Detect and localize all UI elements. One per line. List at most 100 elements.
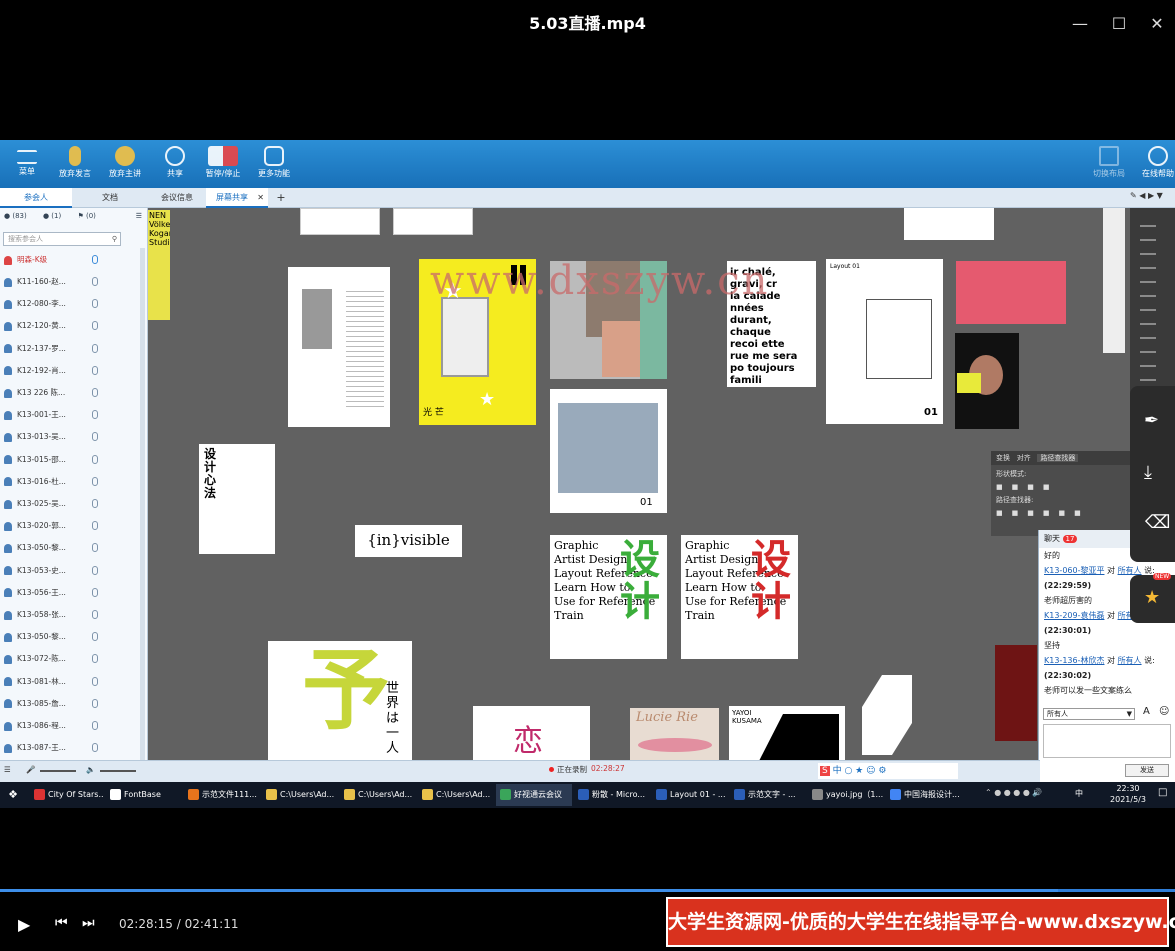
list-view-icon[interactable]: ☰ — [136, 212, 142, 220]
participant-row[interactable]: K13-085-詹... — [4, 693, 142, 715]
layout-button[interactable]: 切换布局 — [1092, 146, 1126, 186]
participant-row[interactable]: K13-001-王... — [4, 404, 142, 426]
tab-meeting-info[interactable]: 会议信息 — [150, 188, 204, 208]
participant-row[interactable]: K12-137-罗... — [4, 338, 142, 360]
microphone-icon[interactable]: 🎤 — [26, 765, 35, 774]
taskbar-item[interactable]: 好视通云会议 — [496, 784, 572, 806]
participant-row[interactable]: K13-050-黎... — [4, 626, 142, 648]
mic-count[interactable]: ● (1) — [43, 212, 61, 220]
taskbar-item[interactable]: 示范文字 - ... — [730, 784, 806, 806]
participant-row[interactable]: K13-053-史... — [4, 560, 142, 582]
maximize-button[interactable]: ☐ — [1105, 10, 1133, 38]
tab-nav-arrows[interactable]: ✎ ◀ ▶ ▼ — [1130, 191, 1175, 205]
close-button[interactable]: ✕ — [1143, 10, 1171, 38]
taskbar-item[interactable]: 中国海报设计... — [886, 784, 964, 806]
pin-button[interactable]: ★ — [1130, 575, 1175, 623]
participant-row[interactable]: K13-015-邵... — [4, 449, 142, 471]
participant-row[interactable]: K11-160-赵... — [4, 271, 142, 293]
give-speech-button[interactable]: 放弃发言 — [58, 146, 92, 186]
tab-docs[interactable]: 文档 — [72, 188, 148, 208]
more-functions-button[interactable]: 更多功能 — [258, 146, 290, 186]
participant-row[interactable]: K13-072-陈... — [4, 648, 142, 670]
microphone-icon[interactable] — [92, 743, 98, 753]
participant-row[interactable]: K12-192-肖... — [4, 360, 142, 382]
tab-pathfinder[interactable]: 路径查找器 — [1037, 454, 1079, 462]
recipient-select[interactable]: 所有人 ▼ — [1043, 708, 1135, 720]
participant-row[interactable]: K13 226 陈... — [4, 382, 142, 404]
tray-lang[interactable]: 中 — [1075, 788, 1083, 799]
share-icon[interactable]: ✒ — [1144, 410, 1159, 431]
microphone-icon[interactable] — [92, 476, 98, 486]
microphone-icon[interactable] — [92, 587, 98, 597]
emoji-icon[interactable]: ☺ — [1159, 706, 1169, 717]
microphone-icon[interactable] — [92, 343, 98, 353]
participants-count[interactable]: ● (83) — [4, 212, 27, 220]
participant-row[interactable]: K12-080-李... — [4, 293, 142, 315]
microphone-icon[interactable] — [92, 255, 98, 264]
participant-row[interactable]: K13-058-张... — [4, 604, 142, 626]
participant-row[interactable]: K12-120-黄... — [4, 315, 142, 337]
host-row[interactable]: 明森-K级 — [4, 249, 142, 271]
taskbar-item[interactable]: C:\Users\Ad... — [340, 784, 416, 806]
next-button[interactable]: ⏭ — [82, 915, 95, 931]
pathfinder-buttons[interactable]: ■■■■■■ — [991, 509, 1130, 517]
taskbar-item[interactable]: yayoi.jpg（1... — [808, 784, 884, 806]
taskbar-item[interactable]: 示范文件111... — [184, 784, 260, 806]
microphone-icon[interactable] — [92, 432, 98, 442]
ime-toolbar[interactable]: S 中 ○ ★ ☺ ⚙ — [818, 763, 958, 779]
participant-row[interactable]: K13-086-程... — [4, 715, 142, 737]
participant-row[interactable]: K13-087-王... — [4, 737, 142, 759]
add-tab-button[interactable]: + — [272, 188, 290, 208]
sender-link[interactable]: K13-060-黎亚平 — [1044, 566, 1104, 575]
participant-row[interactable]: K13-016-杜... — [4, 471, 142, 493]
mic-volume-slider[interactable] — [40, 770, 76, 772]
close-tab-icon[interactable]: ✕ — [257, 188, 264, 208]
list-icon[interactable]: ☰ — [4, 765, 11, 774]
ad-banner[interactable]: 大学生资源网-优质的大学生在线指导平台-www.dxszyw.cn — [666, 897, 1175, 947]
recipient-link[interactable]: 所有人 — [1118, 656, 1142, 665]
microphone-icon[interactable] — [92, 454, 98, 464]
participant-row[interactable]: K13-056-王... — [4, 582, 142, 604]
shape-mode-buttons[interactable]: ■■■■ — [991, 483, 1130, 491]
microphone-icon[interactable] — [92, 610, 98, 619]
microphone-icon[interactable] — [92, 565, 98, 575]
speaker-volume-slider[interactable] — [100, 770, 136, 772]
taskbar-item[interactable]: Layout 01 - ... — [652, 784, 728, 806]
microphone-icon[interactable] — [92, 499, 98, 508]
search-icon[interactable]: ⚲ — [112, 233, 117, 245]
microphone-icon[interactable] — [92, 299, 98, 309]
participant-row[interactable]: K13-050-黎... — [4, 537, 142, 559]
taskbar-item[interactable]: 粉散 - Micro... — [574, 784, 650, 806]
tab-participants[interactable]: 参会人 — [0, 188, 72, 208]
microphone-icon[interactable] — [92, 543, 98, 553]
search-participants-input[interactable]: 搜索参会人 ⚲ — [3, 232, 121, 246]
taskbar-item[interactable]: C:\Users\Ad... — [262, 784, 338, 806]
give-host-button[interactable]: 放弃主讲 — [108, 146, 142, 186]
menu-button[interactable]: 菜单 — [12, 146, 42, 186]
tab-align[interactable]: 对齐 — [1017, 454, 1031, 462]
tab-transform[interactable]: 变换 — [996, 454, 1010, 462]
trash-icon[interactable]: ⌫ — [1145, 512, 1170, 533]
pause-stop-button[interactable]: 暂停/停止 — [205, 146, 241, 186]
microphone-icon[interactable] — [92, 676, 98, 686]
microphone-icon[interactable] — [92, 632, 98, 642]
microphone-icon[interactable] — [92, 654, 98, 664]
speaker-icon[interactable]: 🔈 — [86, 765, 95, 774]
microphone-icon[interactable] — [92, 410, 98, 420]
send-button[interactable]: 发送 — [1125, 764, 1169, 777]
system-tray[interactable]: ⌃ ● ● ● ● 🔊 — [985, 788, 1042, 797]
start-button[interactable]: ❖ — [2, 784, 24, 806]
recipient-link[interactable]: 所有人 — [1118, 566, 1142, 575]
taskbar-item[interactable]: FontBase — [106, 784, 182, 806]
microphone-icon[interactable] — [92, 365, 98, 375]
font-icon[interactable]: A — [1143, 706, 1150, 717]
taskbar-item[interactable]: City Of Stars... — [30, 784, 104, 806]
previous-button[interactable]: ⏮ — [55, 915, 68, 931]
participant-row[interactable]: K13-025-吴... — [4, 493, 142, 515]
play-button[interactable]: ▶ — [18, 915, 30, 934]
microphone-icon[interactable] — [92, 388, 98, 397]
participant-row[interactable]: K13-081-林... — [4, 671, 142, 693]
clock[interactable]: 22:30 2021/5/3 — [1108, 783, 1148, 805]
tab-screen-share[interactable]: 屏幕共享 ✕ — [206, 188, 268, 208]
share-button[interactable]: 共享 — [162, 146, 188, 186]
